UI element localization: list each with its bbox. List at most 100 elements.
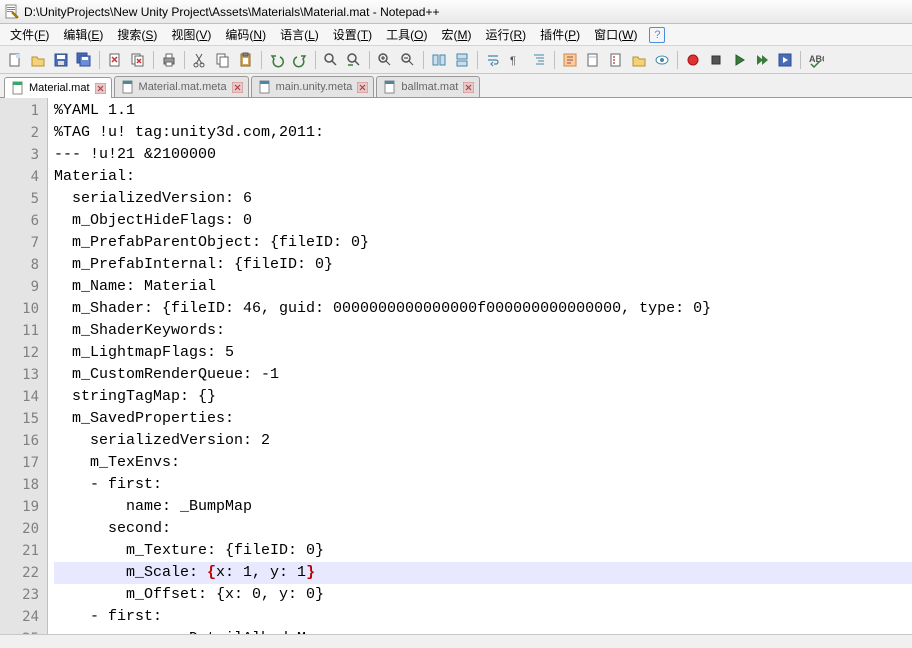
- line-number: 16: [0, 430, 47, 452]
- user-lang-button[interactable]: [559, 49, 581, 71]
- line-number: 21: [0, 540, 47, 562]
- code-line: serializedVersion: 6: [54, 188, 912, 210]
- monitoring-button[interactable]: [651, 49, 673, 71]
- menu-item[interactable]: 设置(T): [327, 24, 378, 45]
- toolbar-separator: [315, 51, 316, 69]
- code-line: m_Scale: {x: 1, y: 1}: [54, 562, 912, 584]
- line-number: 15: [0, 408, 47, 430]
- menu-item[interactable]: 窗口(W): [588, 24, 643, 45]
- indent-guide-button[interactable]: [528, 49, 550, 71]
- code-area[interactable]: %YAML 1.1%TAG !u! tag:unity3d.com,2011:-…: [48, 98, 912, 634]
- play-macro-button[interactable]: [728, 49, 750, 71]
- record-macro-button[interactable]: [682, 49, 704, 71]
- file-icon: [383, 80, 397, 94]
- line-number: 23: [0, 584, 47, 606]
- tab-label: ballmat.mat: [401, 81, 458, 93]
- sync-hscroll-button[interactable]: [451, 49, 473, 71]
- toolbar-separator: [184, 51, 185, 69]
- menu-item[interactable]: 视图(V): [165, 24, 217, 45]
- code-line: stringTagMap: {}: [54, 386, 912, 408]
- code-line: m_SavedProperties:: [54, 408, 912, 430]
- line-number: 19: [0, 496, 47, 518]
- menu-item[interactable]: 编辑(E): [57, 24, 109, 45]
- help-button[interactable]: ?: [649, 27, 665, 43]
- tabbar: Material.mat Material.mat.metamain.unity.…: [0, 74, 912, 98]
- replace-button[interactable]: [343, 49, 365, 71]
- close-icon[interactable]: [94, 82, 107, 95]
- line-number: 2: [0, 122, 47, 144]
- code-line: m_LightmapFlags: 5: [54, 342, 912, 364]
- open-file-button[interactable]: [27, 49, 49, 71]
- zoom-out-button[interactable]: [397, 49, 419, 71]
- menu-item[interactable]: 插件(P): [534, 24, 586, 45]
- menu-item[interactable]: 宏(M): [435, 24, 477, 45]
- menu-item[interactable]: 搜索(S): [111, 24, 163, 45]
- doc-map-button[interactable]: [582, 49, 604, 71]
- spellcheck-button[interactable]: ABC: [805, 49, 827, 71]
- zoom-in-button[interactable]: [374, 49, 396, 71]
- close-icon[interactable]: [231, 81, 244, 94]
- editor-area: 1234567891011121314151617181920212223242…: [0, 98, 912, 634]
- toolbar-separator: [99, 51, 100, 69]
- code-line: m_ObjectHideFlags: 0: [54, 210, 912, 232]
- close-button[interactable]: [104, 49, 126, 71]
- line-gutter: 1234567891011121314151617181920212223242…: [0, 98, 48, 634]
- paste-button[interactable]: [235, 49, 257, 71]
- line-number: 1: [0, 100, 47, 122]
- line-number: 24: [0, 606, 47, 628]
- sync-vscroll-button[interactable]: [428, 49, 450, 71]
- save-button[interactable]: [50, 49, 72, 71]
- code-line: m_Name: Material: [54, 276, 912, 298]
- code-line: m_PrefabInternal: {fileID: 0}: [54, 254, 912, 276]
- new-file-button[interactable]: [4, 49, 26, 71]
- code-line: second:: [54, 518, 912, 540]
- close-icon[interactable]: [462, 81, 475, 94]
- document-tab[interactable]: ballmat.mat: [376, 76, 480, 97]
- play-multi-button[interactable]: [751, 49, 773, 71]
- line-number: 8: [0, 254, 47, 276]
- code-line: m_TexEnvs:: [54, 452, 912, 474]
- menu-item[interactable]: 文件(F): [4, 24, 55, 45]
- line-number: 17: [0, 452, 47, 474]
- func-list-button[interactable]: [605, 49, 627, 71]
- line-number: 14: [0, 386, 47, 408]
- statusbar: [0, 634, 912, 648]
- menu-item[interactable]: 语言(L): [274, 24, 325, 45]
- close-icon[interactable]: [356, 81, 369, 94]
- line-number: 10: [0, 298, 47, 320]
- all-chars-button[interactable]: ¶: [505, 49, 527, 71]
- line-number: 12: [0, 342, 47, 364]
- save-macro-button[interactable]: [774, 49, 796, 71]
- document-tab[interactable]: main.unity.meta: [251, 76, 375, 97]
- menu-item[interactable]: 工具(O): [380, 24, 433, 45]
- svg-text:ABC: ABC: [809, 54, 824, 64]
- find-button[interactable]: [320, 49, 342, 71]
- menubar: 文件(F)编辑(E)搜索(S)视图(V)编码(N)语言(L)设置(T)工具(O)…: [0, 24, 912, 46]
- save-all-button[interactable]: [73, 49, 95, 71]
- code-line: m_ShaderKeywords:: [54, 320, 912, 342]
- code-line: %TAG !u! tag:unity3d.com,2011:: [54, 122, 912, 144]
- line-number: 22: [0, 562, 47, 584]
- line-number: 18: [0, 474, 47, 496]
- code-line: name: _BumpMap: [54, 496, 912, 518]
- toolbar: ¶ ABC: [0, 46, 912, 74]
- menu-item[interactable]: 编码(N): [219, 24, 272, 45]
- document-tab[interactable]: Material.mat: [4, 77, 112, 98]
- print-button[interactable]: [158, 49, 180, 71]
- word-wrap-button[interactable]: [482, 49, 504, 71]
- close-all-button[interactable]: [127, 49, 149, 71]
- copy-button[interactable]: [212, 49, 234, 71]
- code-line: m_Texture: {fileID: 0}: [54, 540, 912, 562]
- folder-workspace-button[interactable]: [628, 49, 650, 71]
- toolbar-separator: [369, 51, 370, 69]
- toolbar-separator: [800, 51, 801, 69]
- toolbar-separator: [153, 51, 154, 69]
- menu-item[interactable]: 运行(R): [479, 24, 532, 45]
- tab-label: Material.mat: [29, 82, 90, 94]
- redo-button[interactable]: [289, 49, 311, 71]
- cut-button[interactable]: [189, 49, 211, 71]
- stop-macro-button[interactable]: [705, 49, 727, 71]
- undo-button[interactable]: [266, 49, 288, 71]
- file-icon: [121, 80, 135, 94]
- document-tab[interactable]: Material.mat.meta: [114, 76, 249, 97]
